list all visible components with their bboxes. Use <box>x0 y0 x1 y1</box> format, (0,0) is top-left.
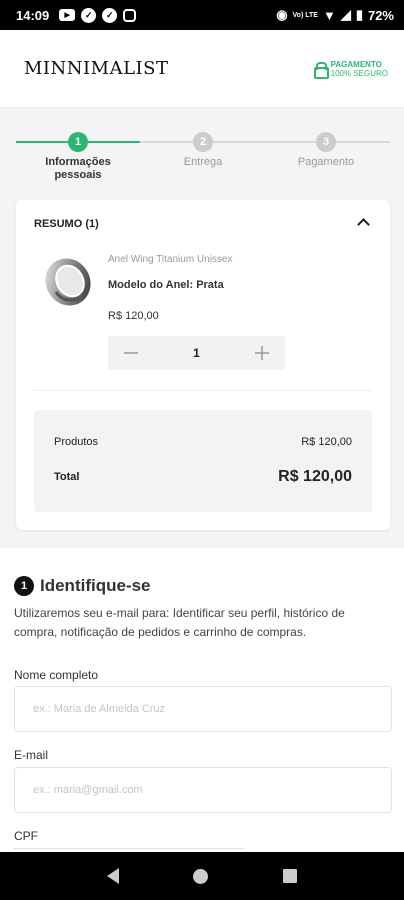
quantity-value: 1 <box>193 346 200 360</box>
secure-payment-badge: PAGAMENTO 100% SEGURO <box>313 59 388 79</box>
step-label: Informações pessoais <box>45 156 111 181</box>
plus-icon <box>255 346 269 360</box>
system-nav-bar <box>0 852 404 900</box>
cpf-label: CPF <box>14 829 38 843</box>
product-price: R$ 120,00 <box>108 310 159 322</box>
step-label: Entrega <box>183 156 223 168</box>
step-number: 1 <box>68 132 88 152</box>
battery-level: 72% <box>367 7 394 23</box>
identify-section: 1 Identifique-se Utilizaremos seu e-mail… <box>0 548 404 852</box>
summary-title: RESUMO (1) <box>34 218 99 230</box>
battery-icon: ▮ <box>355 7 363 22</box>
check-icon: ✓ <box>81 7 97 23</box>
email-label: E-mail <box>14 748 49 762</box>
minus-icon <box>124 352 138 354</box>
products-value: R$ 120,00 <box>301 436 352 448</box>
step-delivery[interactable]: 2 Entrega <box>148 132 258 169</box>
step-label: Pagamento <box>297 156 355 168</box>
status-bar: 14:09 ▶ ✓ ✓ ◉ Vo) LTE ▼ ◢ ▮ 72% <box>0 0 404 30</box>
product-variant: Modelo do Anel: Prata <box>108 279 224 291</box>
step-number: 2 <box>193 132 213 152</box>
home-icon[interactable] <box>193 868 209 884</box>
products-label: Produtos <box>54 436 99 448</box>
brand-logo[interactable]: MINNIMALIST <box>24 58 168 79</box>
decrease-quantity-button[interactable] <box>108 336 154 370</box>
check-icon: ✓ <box>102 7 118 23</box>
lock-icon <box>313 62 329 79</box>
increase-quantity-button[interactable] <box>239 336 285 370</box>
total-label: Total <box>54 471 80 483</box>
step-payment[interactable]: 3 Pagamento <box>271 132 381 169</box>
network-label: Vo) LTE <box>292 11 318 19</box>
quantity-stepper: 1 <box>108 336 285 370</box>
section-heading: 1 Identifique-se <box>14 576 151 596</box>
step-number: 3 <box>316 132 336 152</box>
clock: 14:09 <box>16 7 50 23</box>
total-value: R$ 120,00 <box>278 468 352 485</box>
product-name[interactable]: Anel Wing Titanium Unissex <box>108 254 233 265</box>
section-title: Identifique-se <box>40 576 151 595</box>
order-totals: Produtos R$ 120,00 Total R$ 120,00 <box>34 410 372 512</box>
youtube-icon: ▶ <box>59 9 76 21</box>
secure-title: PAGAMENTO <box>330 59 382 69</box>
eye-icon: ◉ <box>276 7 288 22</box>
checkout-header: MINNIMALIST PAGAMENTO 100% SEGURO <box>0 30 404 108</box>
wifi-icon: ▼ <box>322 7 336 23</box>
step-personal-info[interactable]: 1 Informações pessoais <box>23 132 133 182</box>
products-subtotal-row: Produtos R$ 120,00 <box>54 436 352 448</box>
email-input[interactable] <box>14 767 392 813</box>
section-number-badge: 1 <box>14 576 34 596</box>
section-description: Utilizaremos seu e-mail para: Identifica… <box>14 606 345 639</box>
instagram-icon <box>123 8 137 22</box>
secure-subtitle: 100% SEGURO <box>330 68 388 78</box>
total-row: Total R$ 120,00 <box>54 468 352 486</box>
signal-icon: ◢ <box>340 7 351 22</box>
recent-apps-icon[interactable] <box>282 869 297 883</box>
order-summary-card: RESUMO (1) Anel Wing Titanium Unissex Mo… <box>16 200 390 530</box>
checkout-stepper: 1 Informações pessoais 2 Entrega 3 Pagam… <box>0 130 404 190</box>
divider <box>34 390 372 391</box>
name-label: Nome completo <box>14 668 99 682</box>
chevron-up-icon[interactable] <box>357 218 370 231</box>
full-name-input[interactable] <box>14 686 392 732</box>
product-image[interactable] <box>34 248 100 314</box>
back-icon[interactable] <box>107 868 120 884</box>
